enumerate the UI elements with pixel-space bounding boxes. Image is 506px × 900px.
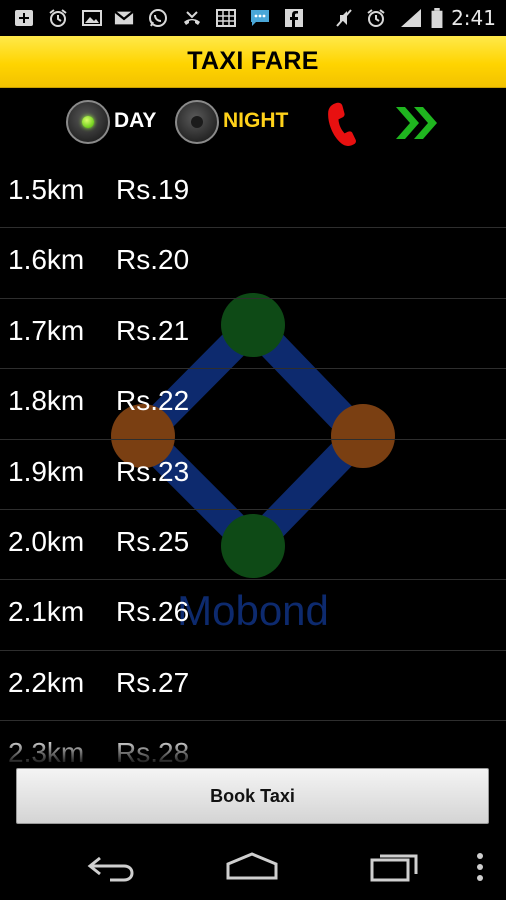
phone-icon[interactable] <box>318 98 368 148</box>
distance-value: 1.6km <box>8 244 85 276</box>
status-time: 2:41 <box>451 6 496 30</box>
image-icon <box>82 10 102 26</box>
fare-value: Rs.26 <box>116 596 190 628</box>
fare-value: Rs.22 <box>116 385 190 417</box>
fare-value: Rs.27 <box>116 666 190 698</box>
recent-apps-icon[interactable] <box>364 850 424 884</box>
mute-icon <box>336 9 352 27</box>
list-fade <box>0 736 506 766</box>
fare-row[interactable]: 2.2km Rs.27 <box>0 651 506 722</box>
back-icon[interactable] <box>82 850 142 884</box>
message-icon <box>251 10 269 26</box>
home-icon[interactable] <box>222 850 282 884</box>
fare-row[interactable]: 1.8km Rs.22 <box>0 369 506 440</box>
fare-row[interactable]: 2.1km Rs.26 <box>0 580 506 651</box>
distance-value: 1.5km <box>8 174 85 205</box>
fare-row[interactable]: 1.6km Rs.20 <box>0 228 506 299</box>
gmail-icon <box>114 10 134 25</box>
add-icon <box>15 10 33 26</box>
battery-icon <box>431 8 443 28</box>
title-bar: TAXI FARE <box>0 36 506 88</box>
distance-value: 2.0km <box>8 525 85 557</box>
fare-mode-controls: DAY NIGHT <box>0 88 506 158</box>
distance-value: 1.9km <box>8 455 85 487</box>
distance-value: 2.2km <box>8 666 85 698</box>
fare-rows: 1.5km Rs.19 1.6km Rs.20 1.7km Rs.21 1.8k… <box>0 158 506 766</box>
double-chevron-right-icon[interactable] <box>392 98 442 148</box>
fare-value: Rs.20 <box>116 244 190 276</box>
fare-value: Rs.23 <box>116 455 190 487</box>
radio-dot <box>82 116 94 128</box>
book-taxi-button[interactable]: Book Taxi <box>16 768 489 824</box>
distance-value: 2.1km <box>8 596 85 628</box>
status-bar: 2:41 <box>0 0 506 36</box>
fare-row[interactable]: 2.0km Rs.25 <box>0 510 506 581</box>
overflow-menu-icon[interactable] <box>460 850 500 884</box>
calendar-grid-icon <box>216 9 236 27</box>
navigation-bar <box>0 834 506 900</box>
page-title: TAXI FARE <box>187 47 319 75</box>
night-radio[interactable] <box>175 100 219 144</box>
distance-value: 1.7km <box>8 314 85 346</box>
fare-list[interactable]: Mobond 1.5km Rs.19 1.6km Rs.20 1.7km Rs.… <box>0 158 506 766</box>
fare-row[interactable]: 1.9km Rs.23 <box>0 440 506 510</box>
alarm-icon <box>367 9 385 27</box>
distance-value: 1.8km <box>8 385 85 417</box>
whatsapp-icon <box>149 9 167 27</box>
night-label[interactable]: NIGHT <box>223 109 288 133</box>
fare-value: Rs.25 <box>116 525 190 557</box>
fare-row[interactable]: 1.7km Rs.21 <box>0 299 506 370</box>
day-radio[interactable] <box>66 100 110 144</box>
radio-dot <box>191 116 203 128</box>
alarm-icon <box>49 9 67 27</box>
facebook-icon <box>285 9 303 27</box>
missed-call-icon <box>184 11 200 25</box>
fare-row[interactable]: 1.5km Rs.19 <box>0 158 506 229</box>
fare-value: Rs.19 <box>116 174 190 205</box>
fare-value: Rs.21 <box>116 314 190 346</box>
day-label[interactable]: DAY <box>114 109 156 133</box>
signal-icon <box>401 9 421 27</box>
